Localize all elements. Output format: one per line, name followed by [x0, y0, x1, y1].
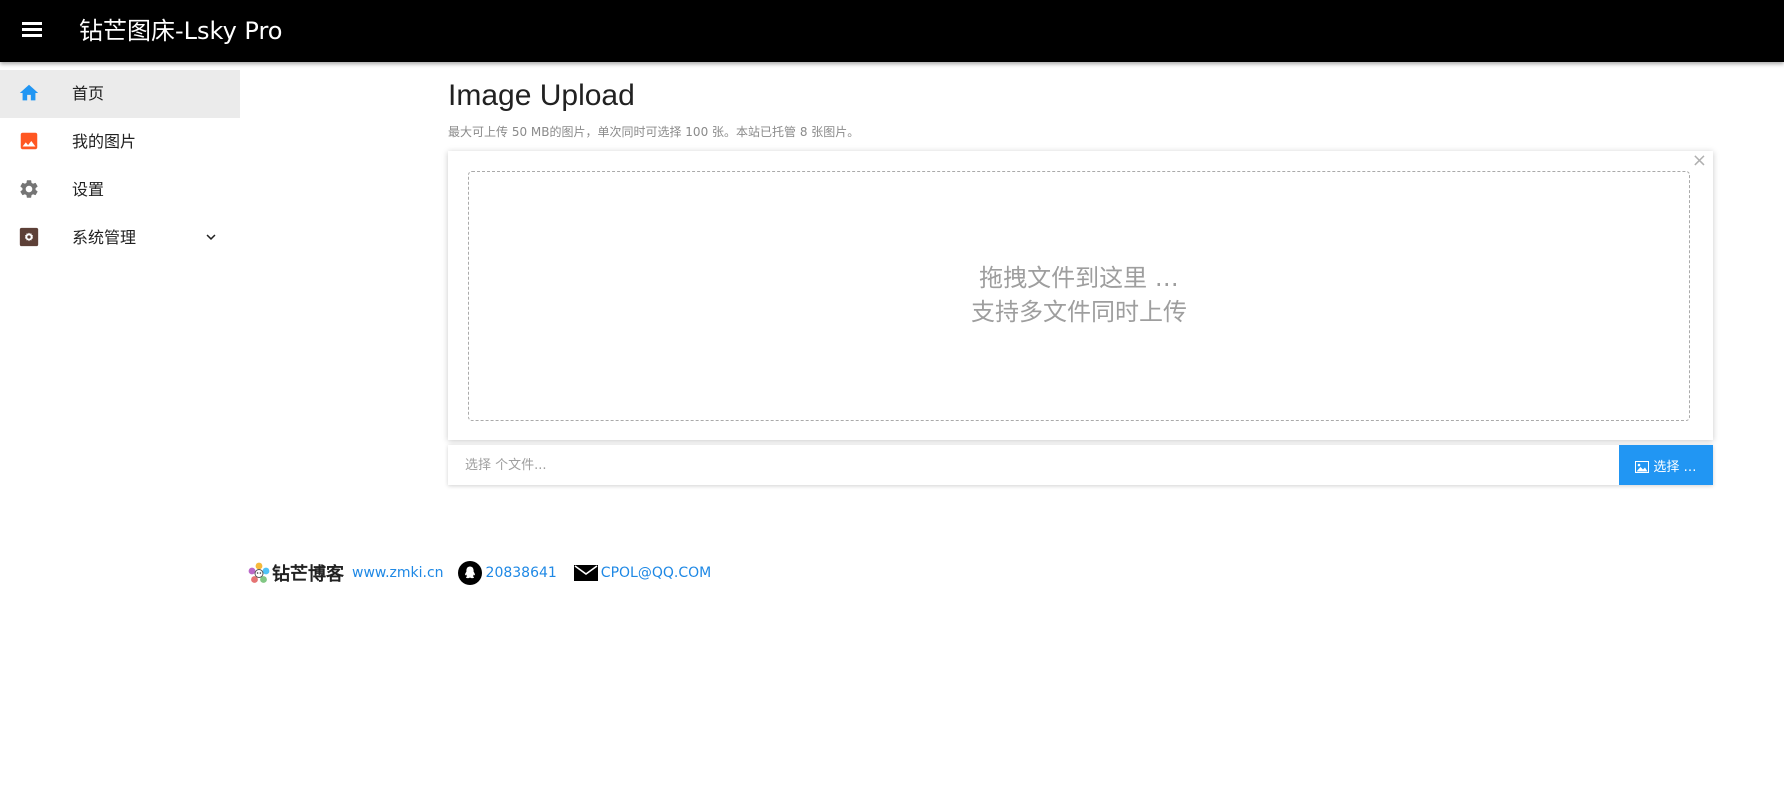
close-icon[interactable]: × — [1692, 151, 1707, 171]
sidebar: 首页 我的图片 设置 系统管理 — [0, 62, 240, 807]
upload-card: × 拖拽文件到这里 … 支持多文件同时上传 — [448, 151, 1713, 440]
upload-limits-text: 最大可上传 50 MB的图片，单次同时可选择 100 张。本站已托管 8 张图片… — [448, 125, 860, 139]
gear-icon — [20, 180, 38, 198]
image-icon — [1635, 460, 1650, 473]
app-bar: 钻芒图床-Lsky Pro — [0, 0, 1784, 62]
file-select-bar: 选择 … — [448, 445, 1713, 485]
chevron-down-icon[interactable] — [202, 228, 220, 246]
choose-file-label: 选择 … — [1653, 459, 1697, 475]
qq-icon — [457, 561, 482, 585]
file-drop-zone[interactable]: 拖拽文件到这里 … 支持多文件同时上传 — [468, 171, 1690, 421]
blog-logo[interactable]: 钻芒博客 — [248, 560, 344, 586]
sidebar-item-settings[interactable]: 设置 — [0, 166, 240, 214]
sidebar-item-home[interactable]: 首页 — [0, 70, 240, 118]
sidebar-item-label: 我的图片 — [72, 132, 137, 151]
page-title: Image Upload — [448, 79, 635, 112]
sidebar-item-my-images[interactable]: 我的图片 — [0, 118, 240, 166]
site-link[interactable]: www.zmki.cn — [352, 565, 444, 581]
sidebar-item-label: 系统管理 — [72, 228, 137, 247]
footer: 钻芒博客 www.zmki.cn 20838641 CPOL@QQ.COM — [248, 560, 711, 586]
image-icon — [20, 132, 38, 150]
mail-icon — [573, 565, 598, 581]
email-link[interactable]: CPOL@QQ.COM — [601, 565, 711, 581]
app-title[interactable]: 钻芒图床-Lsky Pro — [79, 14, 282, 48]
sidebar-item-system-admin[interactable]: 系统管理 — [0, 214, 240, 262]
choose-file-button[interactable]: 选择 … — [1619, 445, 1713, 485]
drop-zone-subhint: 支持多文件同时上传 — [971, 298, 1187, 326]
menu-icon[interactable] — [20, 17, 44, 41]
qq-number[interactable]: 20838641 — [486, 565, 557, 581]
admin-gear-icon — [19, 227, 39, 247]
drop-zone-hint: 拖拽文件到这里 … — [979, 264, 1179, 292]
file-caption-input[interactable] — [448, 445, 1619, 485]
sidebar-item-label: 设置 — [72, 180, 105, 199]
flower-logo-icon — [248, 562, 270, 583]
home-icon — [19, 84, 39, 101]
sidebar-item-label: 首页 — [72, 84, 105, 103]
blog-logo-text: 钻芒博客 — [272, 564, 344, 585]
